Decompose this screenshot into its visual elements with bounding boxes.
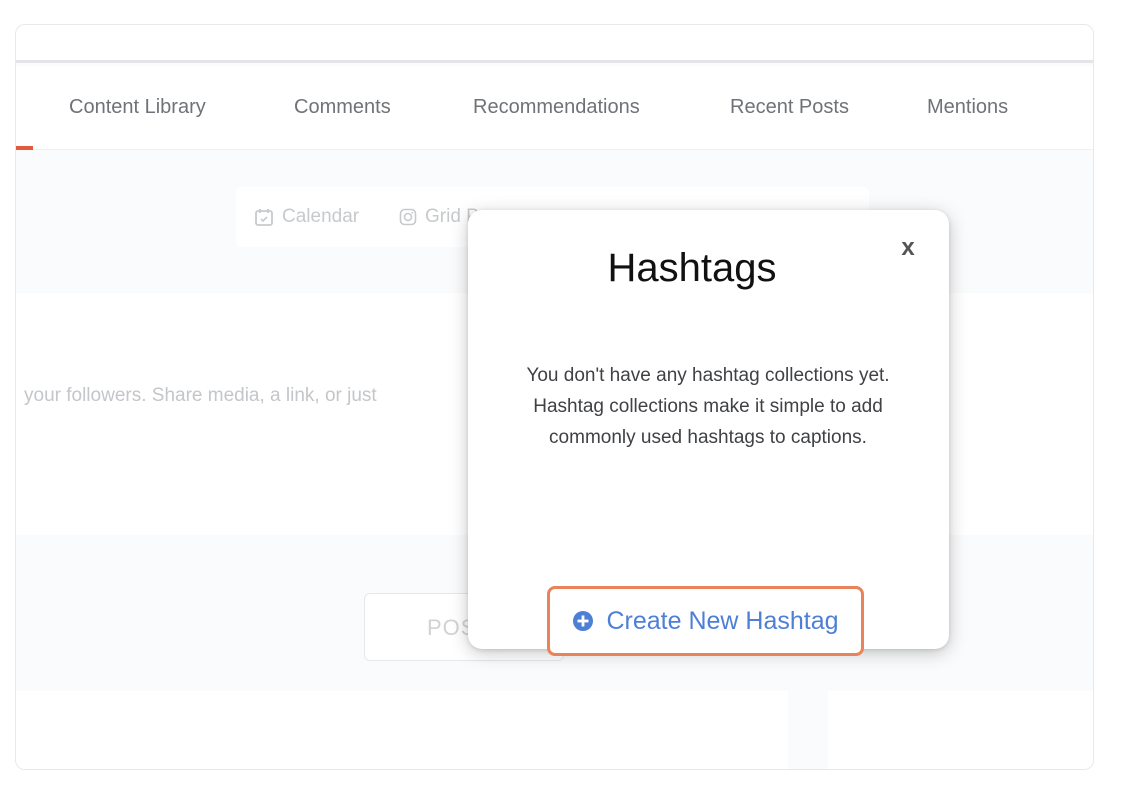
tab-navigation: Content Library Comments Recommendations… <box>16 66 1093 150</box>
composer-placeholder: your followers. Share media, a link, or … <box>24 385 377 406</box>
content-panel-left <box>16 691 788 769</box>
tab-mentions[interactable]: Mentions <box>927 96 1008 119</box>
content-panel-right <box>828 691 1093 769</box>
instagram-icon <box>399 208 417 226</box>
tab-recent-posts[interactable]: Recent Posts <box>730 96 849 119</box>
tab-content-library[interactable]: Content Library <box>69 96 206 119</box>
create-new-hashtag-label: Create New Hashtag <box>606 606 839 635</box>
top-bar <box>16 25 1093 63</box>
hashtags-modal: Hashtags x You don't have any hashtag co… <box>468 210 949 656</box>
tab-recommendations[interactable]: Recommendations <box>473 96 640 119</box>
empty-state-message: You don't have any hashtag collections y… <box>526 365 890 448</box>
view-calendar-label: Calendar <box>282 206 360 227</box>
close-button[interactable]: x <box>894 232 922 264</box>
tab-comments[interactable]: Comments <box>294 96 391 119</box>
modal-title: Hashtags <box>607 246 777 290</box>
view-calendar[interactable]: Calendar <box>254 206 359 228</box>
create-new-hashtag-button[interactable]: Create New Hashtag <box>547 586 864 656</box>
active-tab-indicator <box>16 146 33 150</box>
calendar-icon <box>255 209 273 226</box>
plus-circle-icon <box>573 611 594 631</box>
view-grid[interactable]: Grid P <box>399 206 479 228</box>
